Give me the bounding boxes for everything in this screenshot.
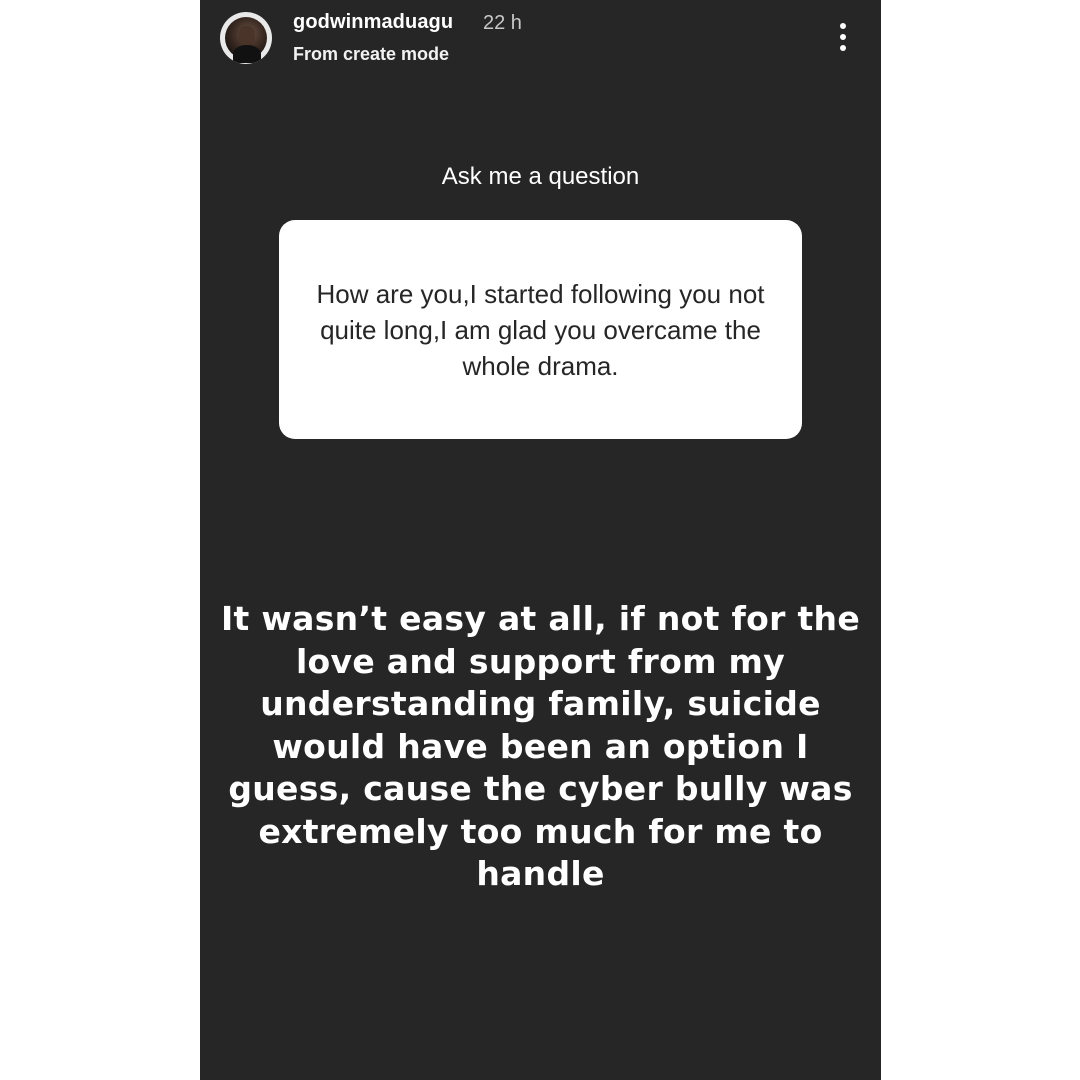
story-header: godwinmaduagu 22 h From create mode [200, 0, 881, 80]
more-options-button[interactable] [828, 20, 858, 54]
question-sticker[interactable]: Ask me a question How are you,I started … [279, 160, 802, 439]
post-timestamp: 22 h [483, 12, 522, 34]
more-vertical-icon-dot [840, 34, 846, 40]
question-card: How are you,I started following you not … [279, 220, 802, 439]
avatar-photo [225, 17, 267, 63]
more-vertical-icon [840, 23, 846, 29]
question-text: How are you,I started following you not … [316, 278, 765, 381]
more-vertical-icon-dot [840, 45, 846, 51]
profile-avatar[interactable] [220, 12, 272, 64]
story-subtitle[interactable]: From create mode [293, 44, 449, 65]
avatar-body [233, 45, 261, 63]
avatar-face [239, 26, 255, 46]
answer-text: It wasn’t easy at all, if not for the lo… [220, 599, 861, 893]
username-link[interactable]: godwinmaduagu [293, 11, 453, 34]
story-view[interactable]: godwinmaduagu 22 h From create mode Ask … [200, 0, 881, 1080]
question-sticker-title: Ask me a question [441, 163, 640, 190]
page: godwinmaduagu 22 h From create mode Ask … [0, 0, 1080, 1080]
